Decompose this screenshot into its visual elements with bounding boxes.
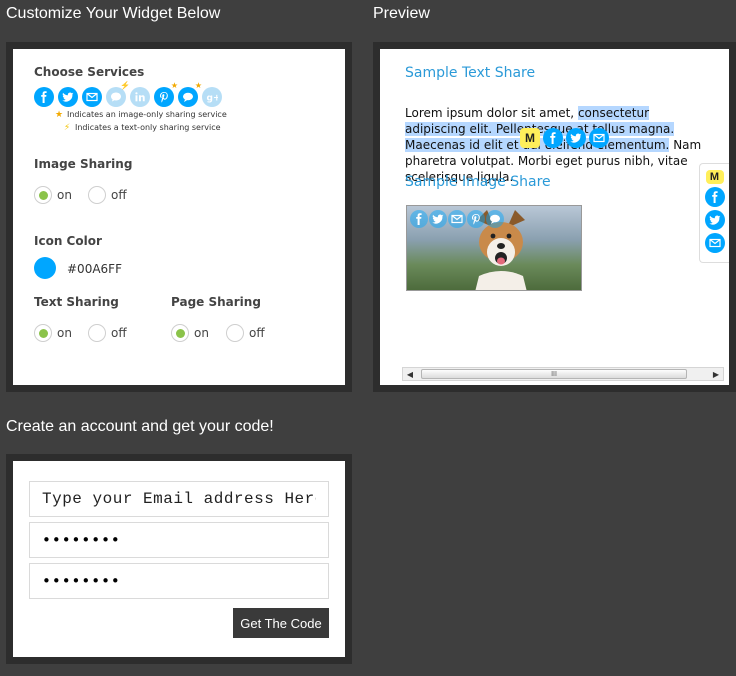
sample-image-share-title: Sample Image Share [405, 174, 551, 190]
radio-selected-indicator [34, 186, 52, 204]
email-icon[interactable] [704, 233, 725, 253]
radio-indicator [226, 324, 244, 342]
icon-color-value[interactable]: #00A6FF [67, 262, 122, 276]
confirm-password-input[interactable]: •••••••• [42, 572, 121, 590]
email-field[interactable] [29, 481, 329, 517]
star-icon: ★ [54, 110, 64, 120]
google-plus-icon[interactable]: g+ [202, 87, 222, 107]
get-code-button[interactable]: Get The Code [233, 608, 329, 638]
twitter-icon[interactable] [704, 210, 725, 230]
password-field[interactable]: •••••••• [29, 522, 329, 558]
account-panel: •••••••• •••••••• Get The Code [13, 461, 345, 657]
preview-heading: Preview [373, 5, 430, 22]
radio-indicator [88, 324, 106, 342]
radio-label: on [57, 188, 72, 202]
selection-share-toolbar: M [520, 128, 609, 148]
preview-horizontal-scrollbar[interactable]: ◀ III ▶ [402, 367, 724, 381]
icon-color-label: Icon Color [34, 234, 102, 248]
pinterest-icon[interactable] [467, 210, 485, 228]
legend-image-only: ★ Indicates an image-only sharing service [51, 110, 227, 120]
radio-label: on [194, 326, 209, 340]
pinterest-icon[interactable]: ★ [154, 82, 178, 107]
twitter-icon[interactable] [429, 210, 447, 228]
account-heading: Create an account and get your code! [6, 418, 274, 435]
facebook-icon[interactable] [410, 210, 428, 228]
email-icon[interactable] [589, 128, 609, 148]
chat-bubble-icon[interactable]: ⚡ [106, 82, 130, 107]
legend-image-only-text: Indicates an image-only sharing service [67, 110, 227, 119]
customize-heading: Customize Your Widget Below [6, 5, 221, 22]
email-icon[interactable] [448, 210, 466, 228]
scrollbar-thumb[interactable]: III [421, 369, 687, 379]
m-badge-icon[interactable]: M [705, 170, 724, 184]
twitter-icon[interactable] [566, 128, 586, 148]
facebook-icon[interactable] [704, 187, 725, 207]
svg-text:g+: g+ [207, 94, 219, 104]
m-badge-icon[interactable]: M [520, 128, 540, 148]
star-badge-icon: ★ [170, 81, 178, 90]
text-sharing-on-radio[interactable]: on [34, 324, 72, 342]
choose-services-label: Choose Services [34, 65, 145, 79]
service-icons: ⚡ ★ ★ g+ [34, 82, 222, 107]
password-input[interactable]: •••••••• [42, 531, 121, 549]
page-share-sidebar: M [699, 163, 729, 263]
radio-label: off [111, 326, 127, 340]
sample-text-share-title: Sample Text Share [405, 65, 536, 81]
page-sharing-off-radio[interactable]: off [226, 324, 265, 342]
account-frame: •••••••• •••••••• Get The Code [6, 454, 352, 664]
scroll-right-icon[interactable]: ▶ [709, 370, 723, 379]
radio-label: off [111, 188, 127, 202]
image-sharing-off-radio[interactable]: off [88, 186, 127, 204]
customize-frame: Choose Services ⚡ ★ ★ g+ ★ Indicates an … [6, 42, 352, 392]
comment-icon[interactable] [486, 210, 504, 228]
email-input[interactable] [42, 490, 316, 508]
facebook-icon[interactable] [543, 128, 563, 148]
preview-panel: Sample Text Share Lorem ipsum dolor sit … [380, 49, 729, 385]
radio-selected-indicator [171, 324, 189, 342]
radio-selected-indicator [34, 324, 52, 342]
confirm-password-field[interactable]: •••••••• [29, 563, 329, 599]
icon-color-swatch[interactable] [34, 257, 56, 279]
scroll-left-icon[interactable]: ◀ [403, 370, 417, 379]
text-sharing-off-radio[interactable]: off [88, 324, 127, 342]
star-badge-icon: ★ [194, 81, 202, 90]
image-share-toolbar [410, 210, 504, 228]
page-sharing-on-radio[interactable]: on [171, 324, 209, 342]
radio-label: off [249, 326, 265, 340]
email-icon[interactable] [82, 87, 102, 107]
linkedin-icon[interactable] [130, 87, 150, 107]
page-sharing-label: Page Sharing [171, 295, 261, 309]
sample-dog-image[interactable] [406, 205, 582, 291]
facebook-icon[interactable] [34, 87, 54, 107]
radio-label: on [57, 326, 72, 340]
legend-text-only-text: Indicates a text-only sharing service [75, 123, 221, 132]
legend-text-only: ⚡ Indicates a text-only sharing service [59, 123, 221, 133]
image-sharing-on-radio[interactable]: on [34, 186, 72, 204]
radio-indicator [88, 186, 106, 204]
twitter-icon[interactable] [58, 87, 78, 107]
text-sharing-label: Text Sharing [34, 295, 119, 309]
lorem-text-start: Lorem ipsum dolor sit amet, [405, 106, 578, 120]
comment-icon[interactable]: ★ [178, 82, 202, 107]
bolt-badge-icon: ⚡ [120, 81, 130, 90]
bolt-icon: ⚡ [63, 123, 71, 133]
preview-frame: Sample Text Share Lorem ipsum dolor sit … [373, 42, 736, 392]
image-sharing-label: Image Sharing [34, 157, 133, 171]
customize-panel: Choose Services ⚡ ★ ★ g+ ★ Indicates an … [13, 49, 345, 385]
